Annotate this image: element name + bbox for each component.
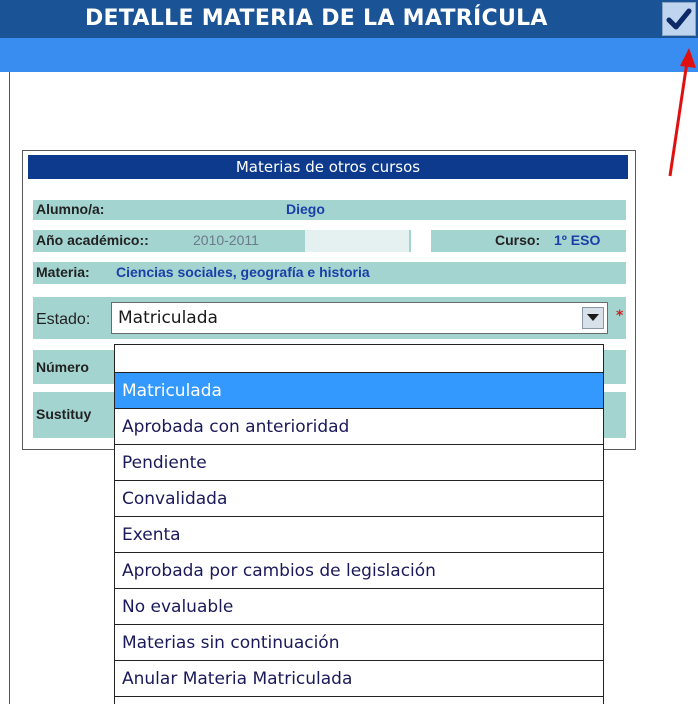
title-bar: DETALLE MATERIA DE LA MATRÍCULA: [0, 0, 698, 38]
anio-gap: [411, 230, 431, 252]
estado-selected-value: Matriculada: [118, 308, 218, 328]
estado-select[interactable]: Matriculada: [111, 302, 608, 334]
numero-label: Número: [36, 359, 89, 375]
annotation-arrow-icon: [668, 48, 696, 177]
sustituye-label: Sustituy: [36, 406, 92, 422]
materia-label: Materia:: [36, 264, 90, 280]
materia-row: Materia: Ciencias sociales, geografía e …: [33, 262, 626, 284]
anio-row: Año académico:: 2010-2011 Curso: 1º ESO: [33, 230, 626, 252]
anio-value: 2010-2011: [193, 232, 259, 248]
estado-label: Estado:: [36, 311, 91, 328]
option-materias-sin-continuacion[interactable]: Materias sin continuación: [115, 625, 603, 661]
option-aprobada-con-anterioridad[interactable]: Aprobada con anterioridad: [115, 409, 603, 445]
option-exenta[interactable]: Exenta: [115, 517, 603, 553]
page-header: DETALLE MATERIA DE LA MATRÍCULA: [0, 0, 698, 72]
option-empty[interactable]: [115, 345, 603, 373]
materia-value: Ciencias sociales, geografía e historia: [116, 264, 370, 280]
curso-value: 1º ESO: [554, 232, 601, 248]
estado-options-list: Matriculada Aprobada con anterioridad Pe…: [114, 344, 604, 704]
option-aprobada-por-cambios-de-legislacion[interactable]: Aprobada por cambios de legislación: [115, 553, 603, 589]
panel-title: Materias de otros cursos: [28, 155, 628, 179]
alumno-row: Alumno/a: Diego: [33, 200, 626, 220]
option-anular-materia-matriculada[interactable]: Anular Materia Matriculada: [115, 661, 603, 697]
alumno-label: Alumno/a:: [36, 201, 105, 217]
anio-value-box: [305, 230, 409, 252]
alumno-value: Diego: [286, 201, 325, 217]
confirm-button[interactable]: [662, 2, 696, 36]
checkmark-icon: [666, 8, 692, 30]
required-mark: *: [616, 308, 624, 324]
anio-label: Año académico::: [36, 232, 149, 248]
estado-dropdown-button[interactable]: [582, 307, 604, 329]
option-convalidada[interactable]: Convalidada: [115, 481, 603, 517]
page-left-border: [9, 72, 10, 704]
curso-label: Curso:: [495, 232, 541, 248]
page-title: DETALLE MATERIA DE LA MATRÍCULA: [85, 6, 548, 31]
option-no-evaluable[interactable]: No evaluable: [115, 589, 603, 625]
chevron-down-icon: [587, 314, 599, 321]
option-pendiente[interactable]: Pendiente: [115, 445, 603, 481]
header-sub-bar: [0, 38, 698, 72]
option-matriculada[interactable]: Matriculada: [115, 373, 603, 409]
